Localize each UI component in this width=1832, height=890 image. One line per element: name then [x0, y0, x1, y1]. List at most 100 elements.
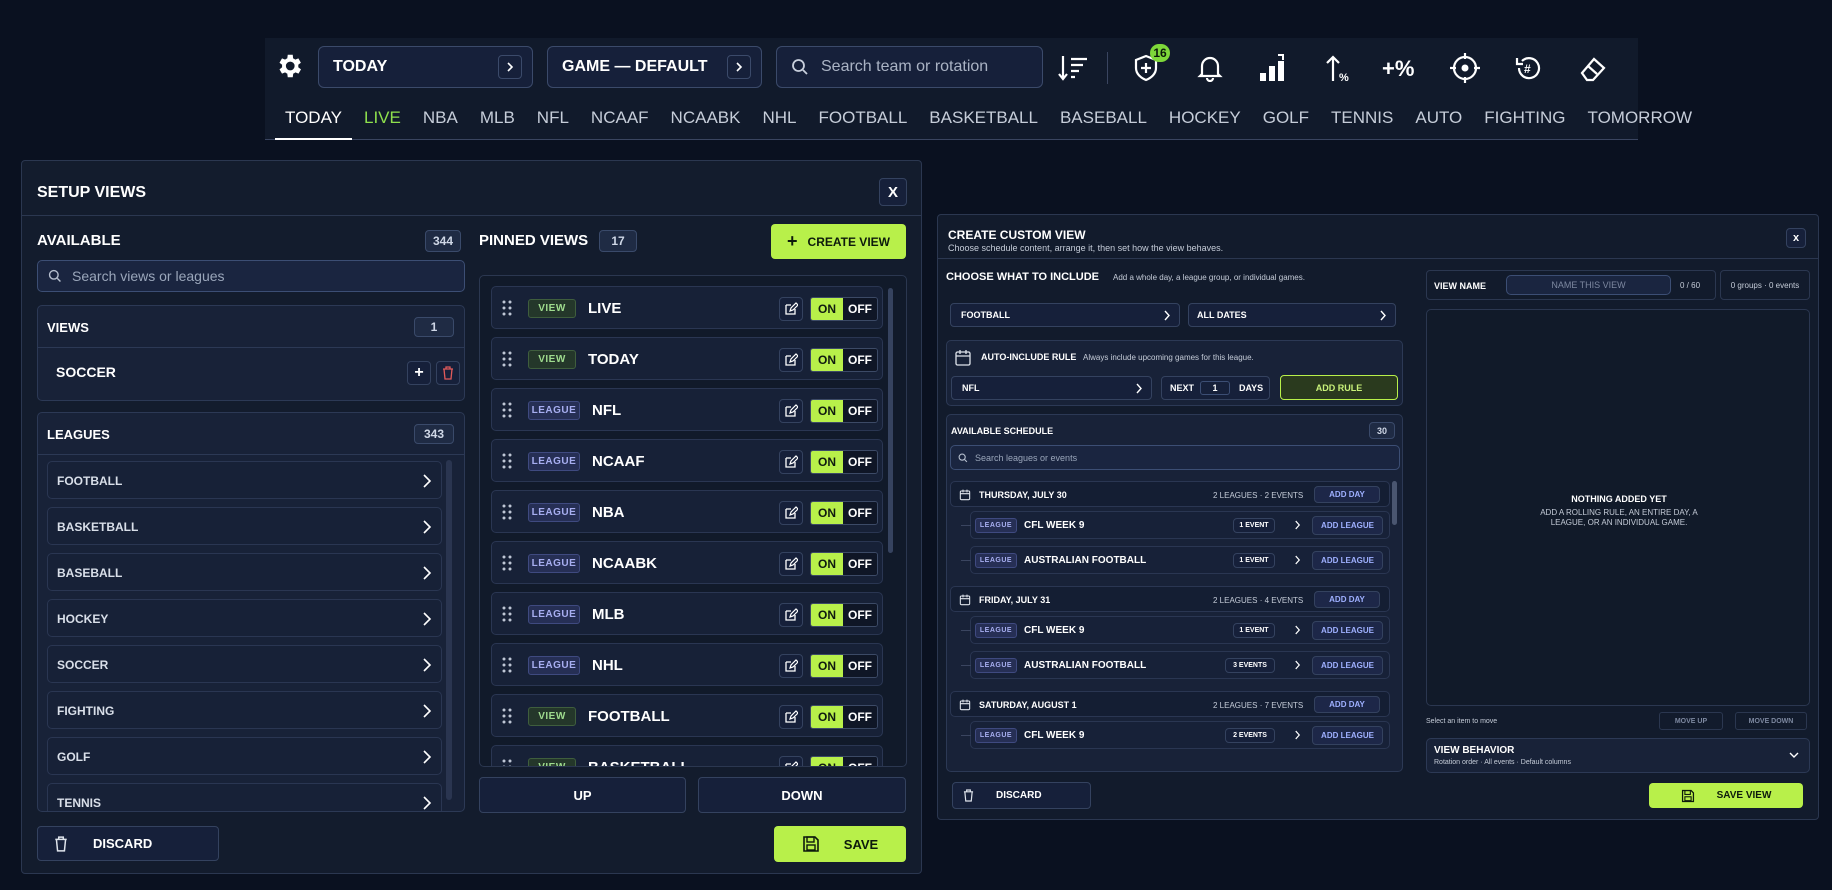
- tab-auto[interactable]: AUTO: [1405, 108, 1472, 140]
- tab-basketball[interactable]: BASKETBALL: [919, 108, 1048, 140]
- drag-handle-icon[interactable]: [502, 351, 512, 367]
- edit-icon[interactable]: [779, 450, 803, 474]
- tab-tennis[interactable]: TENNIS: [1321, 108, 1403, 140]
- drag-handle-icon[interactable]: [502, 657, 512, 673]
- chevron-right-icon[interactable]: [1294, 660, 1301, 670]
- chevron-right-icon[interactable]: [1294, 625, 1301, 635]
- save-view-button[interactable]: SAVE VIEW: [1649, 783, 1803, 808]
- pinned-row-ncaabk[interactable]: LEAGUE NCAABK ON OFF: [491, 541, 883, 584]
- league-item-hockey[interactable]: HOCKEY: [47, 599, 442, 637]
- eraser-icon[interactable]: [1575, 50, 1611, 86]
- crosshair-icon[interactable]: [1447, 50, 1483, 86]
- toggle-off[interactable]: OFF: [843, 400, 877, 422]
- gear-icon[interactable]: [271, 48, 307, 84]
- toggle-on[interactable]: ON: [811, 655, 843, 677]
- drag-handle-icon[interactable]: [502, 402, 512, 418]
- view-behavior-section[interactable]: VIEW BEHAVIOR Rotation order · All event…: [1426, 738, 1810, 773]
- schedule-league-row[interactable]: LEAGUE CFL WEEK 9 1 EVENT ADD LEAGUE: [961, 616, 1390, 644]
- arrow-up-percent-icon[interactable]: %: [1319, 50, 1355, 86]
- days-input[interactable]: 1: [1200, 381, 1230, 395]
- add-league-button[interactable]: ADD LEAGUE: [1312, 621, 1383, 640]
- add-league-button[interactable]: ADD LEAGUE: [1312, 516, 1383, 535]
- chevron-right-icon[interactable]: [1294, 520, 1301, 530]
- toggle-off[interactable]: OFF: [843, 655, 877, 677]
- pinned-row-basketball[interactable]: VIEW BASKETBALL ONOFF: [491, 745, 883, 766]
- chevron-right-icon[interactable]: [1294, 730, 1301, 740]
- pinned-row-mlb[interactable]: LEAGUE MLB ON OFF: [491, 592, 883, 635]
- chevron-right-icon[interactable]: [1294, 555, 1301, 565]
- toggle-off[interactable]: OFF: [843, 604, 877, 626]
- tab-baseball[interactable]: BASEBALL: [1050, 108, 1157, 140]
- toggle-off[interactable]: OFF: [843, 553, 877, 575]
- pinned-row-live[interactable]: VIEW LIVE ON OFF: [491, 286, 883, 329]
- plus-percent-icon[interactable]: +%: [1380, 50, 1420, 86]
- schedule-league-row[interactable]: LEAGUE AUSTRALIAN FOOTBALL 3 EVENTS ADD LEA…: [961, 651, 1390, 679]
- on-off-toggle[interactable]: ONOFF: [810, 654, 878, 678]
- edit-icon[interactable]: [779, 501, 803, 525]
- toggle-on[interactable]: ON: [811, 757, 843, 766]
- add-league-button[interactable]: ADD LEAGUE: [1312, 551, 1383, 570]
- view-item-soccer[interactable]: SOCCER: [56, 364, 116, 380]
- tab-mlb[interactable]: MLB: [470, 108, 525, 140]
- schedule-search-input[interactable]: Search leagues or events: [950, 445, 1400, 470]
- edit-icon[interactable]: [779, 654, 803, 678]
- edit-icon[interactable]: [779, 399, 803, 423]
- schedule-league-row[interactable]: LEAGUE CFL WEEK 9 1 EVENT ADD LEAGUE: [961, 511, 1390, 539]
- game-default-selector[interactable]: GAME — DEFAULT: [547, 46, 762, 88]
- rule-league-select[interactable]: NFL: [951, 376, 1152, 400]
- on-off-toggle[interactable]: ONOFF: [810, 501, 878, 525]
- pinned-row-nhl[interactable]: LEAGUE NHL ON OFF: [491, 643, 883, 686]
- drag-handle-icon[interactable]: [502, 453, 512, 469]
- pinned-row-nfl[interactable]: LEAGUE NFL ON OFF: [491, 388, 883, 431]
- league-item-soccer[interactable]: SOCCER: [47, 645, 442, 683]
- add-league-button[interactable]: ADD LEAGUE: [1312, 656, 1383, 675]
- custom-discard-button[interactable]: DISCARD: [952, 782, 1091, 809]
- toggle-on[interactable]: ON: [811, 451, 843, 473]
- add-day-button[interactable]: ADD DAY: [1314, 486, 1380, 503]
- tab-ncaaf[interactable]: NCAAF: [581, 108, 659, 140]
- add-rule-button[interactable]: ADD RULE: [1280, 375, 1398, 400]
- drag-handle-icon[interactable]: [502, 759, 512, 766]
- toggle-off[interactable]: OFF: [843, 706, 877, 728]
- scrollbar[interactable]: [1392, 481, 1397, 525]
- tab-hockey[interactable]: HOCKEY: [1159, 108, 1251, 140]
- toggle-off[interactable]: OFF: [843, 757, 877, 766]
- tab-nba[interactable]: NBA: [413, 108, 468, 140]
- on-off-toggle[interactable]: ONOFF: [810, 705, 878, 729]
- date-select[interactable]: ALL DATES: [1188, 303, 1396, 327]
- view-name-input[interactable]: NAME THIS VIEW: [1506, 275, 1671, 295]
- trash-icon[interactable]: [436, 361, 460, 385]
- toggle-on[interactable]: ON: [811, 553, 843, 575]
- drag-handle-icon[interactable]: [502, 300, 512, 316]
- move-down-button[interactable]: MOVE DOWN: [1735, 712, 1807, 730]
- toggle-on[interactable]: ON: [811, 298, 843, 320]
- search-input[interactable]: Search team or rotation: [776, 46, 1043, 88]
- scrollbar[interactable]: [446, 460, 452, 800]
- on-off-toggle[interactable]: ONOFF: [810, 450, 878, 474]
- toggle-off[interactable]: OFF: [843, 349, 877, 371]
- tab-nhl[interactable]: NHL: [752, 108, 806, 140]
- add-view-button[interactable]: +: [407, 361, 431, 385]
- tab-live[interactable]: LIVE: [354, 108, 411, 140]
- tab-golf[interactable]: GOLF: [1253, 108, 1319, 140]
- tab-tomorrow[interactable]: TOMORROW: [1578, 108, 1703, 140]
- on-off-toggle[interactable]: ONOFF: [810, 399, 878, 423]
- edit-icon[interactable]: [779, 603, 803, 627]
- league-item-baseball[interactable]: BASEBALL: [47, 553, 442, 591]
- edit-icon[interactable]: [779, 297, 803, 321]
- edit-icon[interactable]: [779, 552, 803, 576]
- add-day-button[interactable]: ADD DAY: [1314, 591, 1380, 608]
- tab-fighting[interactable]: FIGHTING: [1474, 108, 1575, 140]
- tab-ncaabk[interactable]: NCAABK: [661, 108, 751, 140]
- on-off-toggle[interactable]: ONOFF: [810, 603, 878, 627]
- on-off-toggle[interactable]: ONOFF: [810, 297, 878, 321]
- schedule-league-row[interactable]: LEAGUE CFL WEEK 9 2 EVENTS ADD LEAGUE: [961, 721, 1390, 749]
- toggle-on[interactable]: ON: [811, 502, 843, 524]
- sort-icon[interactable]: [1055, 50, 1091, 86]
- on-off-toggle[interactable]: ONOFF: [810, 348, 878, 372]
- add-day-button[interactable]: ADD DAY: [1314, 696, 1380, 713]
- toggle-on[interactable]: ON: [811, 400, 843, 422]
- pinned-row-nba[interactable]: LEAGUE NBA ON OFF: [491, 490, 883, 533]
- schedule-league-row[interactable]: LEAGUE AUSTRALIAN FOOTBALL 1 EVENT ADD LEAG…: [961, 546, 1390, 574]
- edit-icon[interactable]: [779, 348, 803, 372]
